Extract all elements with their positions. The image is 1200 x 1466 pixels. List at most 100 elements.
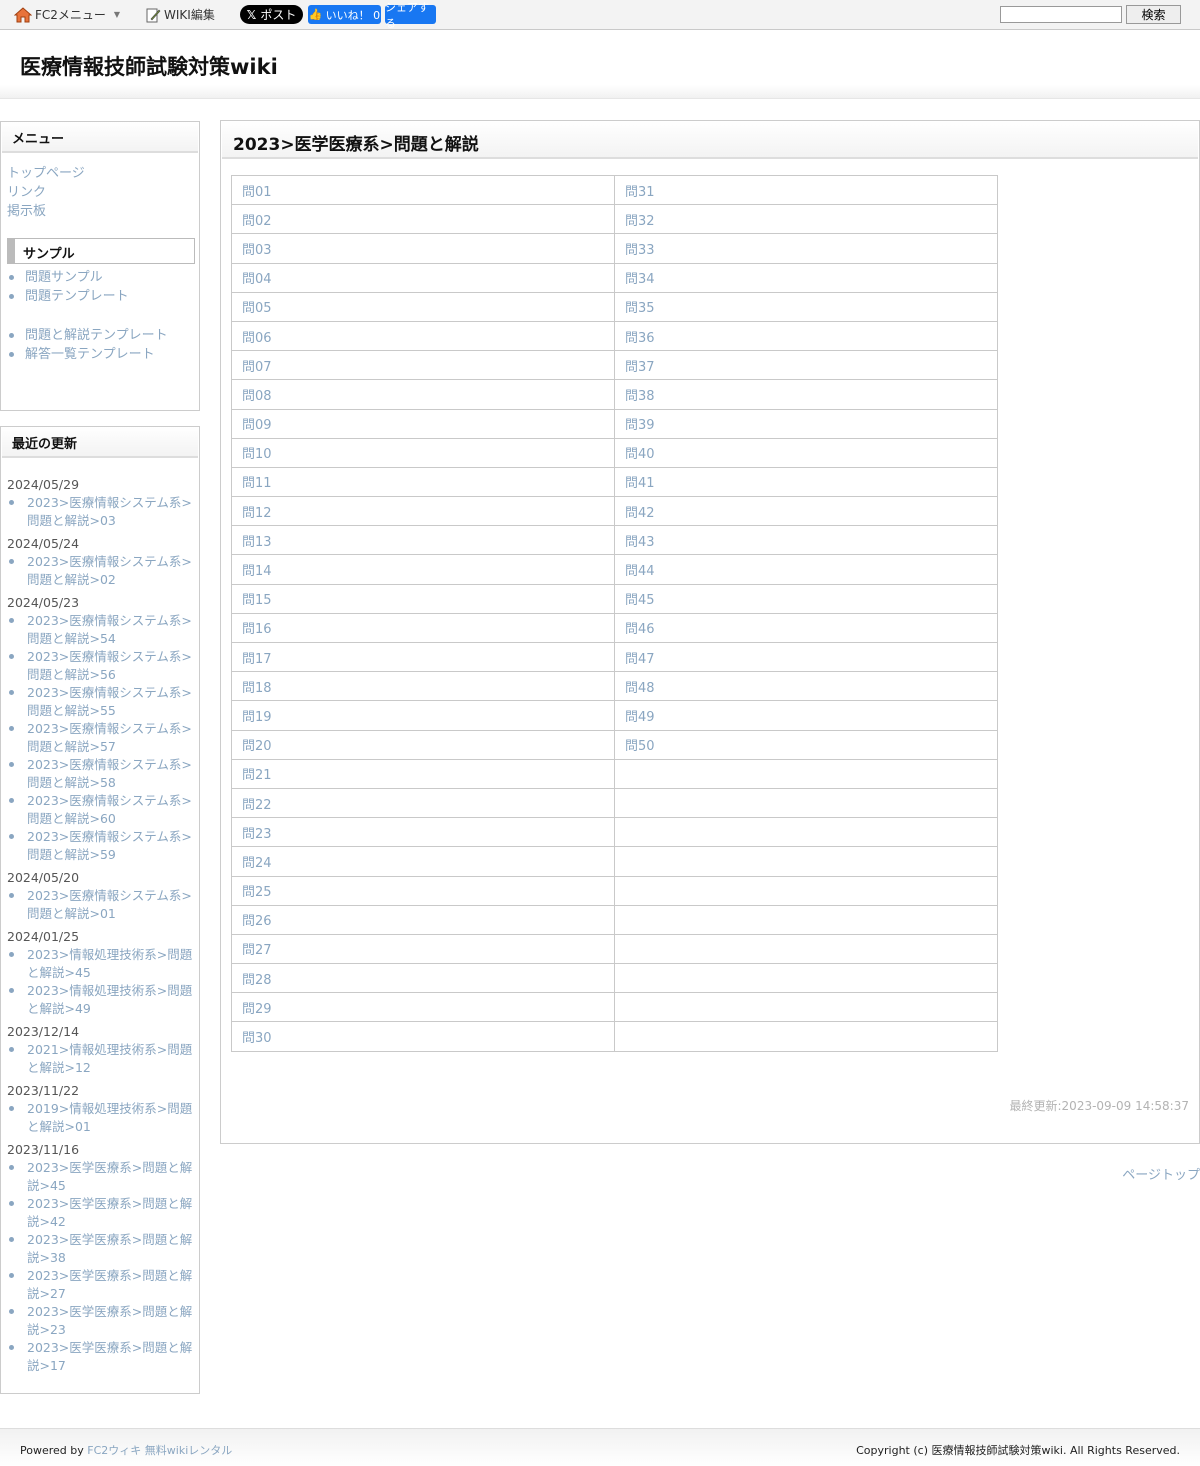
menu-link-explanation-template[interactable]: 問題と解説テンプレート xyxy=(7,326,168,345)
question-link[interactable]: 問41 xyxy=(614,466,998,498)
question-link[interactable]: 問02 xyxy=(231,204,615,235)
question-link[interactable]: 問48 xyxy=(614,671,998,702)
menu-link-question-template[interactable]: 問題テンプレート xyxy=(7,287,129,306)
question-link[interactable]: 問10 xyxy=(231,437,615,468)
question-link[interactable]: 問32 xyxy=(614,204,998,235)
menu-link-links[interactable]: リンク xyxy=(7,183,85,202)
question-link[interactable]: 問31 xyxy=(614,174,998,206)
fc2-wiki-link[interactable]: FC2ウィキ 無料wikiレンタル xyxy=(87,1444,232,1457)
question-link[interactable]: 問17 xyxy=(231,641,615,673)
recent-item-link[interactable]: 2023>医学医療系>問題と解説>23 xyxy=(7,1303,195,1339)
question-link[interactable]: 問18 xyxy=(231,671,615,702)
question-link[interactable]: 問43 xyxy=(614,525,998,556)
recent-item-link[interactable]: 2023>医学医療系>問題と解説>38 xyxy=(7,1231,195,1267)
question-link[interactable]: 問49 xyxy=(614,700,998,731)
question-link[interactable]: 問19 xyxy=(231,700,615,731)
table-row: 問15 問45 xyxy=(231,583,998,614)
question-link[interactable]: 問01 xyxy=(231,174,615,206)
empty-cell xyxy=(614,904,998,935)
question-link[interactable]: 問28 xyxy=(231,963,615,994)
question-link[interactable]: 問26 xyxy=(231,904,615,935)
recent-item-link[interactable]: 2023>医療情報システム系>問題と解説>58 xyxy=(7,756,195,792)
question-link[interactable]: 問47 xyxy=(614,641,998,673)
question-link[interactable]: 問50 xyxy=(614,729,998,760)
last-updated: 最終更新:2023-09-09 14:58:37 xyxy=(1009,1099,1190,1113)
question-link[interactable]: 問11 xyxy=(231,466,615,498)
question-link[interactable]: 問30 xyxy=(231,1021,615,1052)
question-link[interactable]: 問27 xyxy=(231,933,615,965)
question-link[interactable]: 問42 xyxy=(614,496,998,527)
question-link[interactable]: 問40 xyxy=(614,437,998,468)
facebook-like-button[interactable]: 👍 いいね！ 0 xyxy=(308,5,381,24)
question-link[interactable]: 問24 xyxy=(231,846,615,877)
question-link[interactable]: 問23 xyxy=(231,817,615,848)
question-link[interactable]: 問45 xyxy=(614,583,998,614)
question-link[interactable]: 問09 xyxy=(231,408,615,439)
x-post-button[interactable]: 𝕏 ポスト xyxy=(240,5,303,24)
x-post-label: ポスト xyxy=(260,8,297,22)
recent-item-link[interactable]: 2023>医療情報システム系>問題と解説>02 xyxy=(7,553,195,589)
question-link[interactable]: 問25 xyxy=(231,875,615,906)
question-link[interactable]: 問15 xyxy=(231,583,615,614)
menu-top-links: トップページ リンク 掲示板 xyxy=(7,164,85,221)
copyright: Copyright (c) 医療情報技師試験対策wiki. All Rights… xyxy=(856,1444,1180,1457)
question-link[interactable]: 問03 xyxy=(231,233,615,264)
question-link[interactable]: 問13 xyxy=(231,525,615,556)
recent-item-link[interactable]: 2023>医療情報システム系>問題と解説>01 xyxy=(7,887,195,923)
recent-item-link[interactable]: 2023>医学医療系>問題と解説>27 xyxy=(7,1267,195,1303)
question-link[interactable]: 問36 xyxy=(614,320,998,352)
facebook-share-button[interactable]: シェアする xyxy=(385,1,436,30)
recent-item-link[interactable]: 2023>情報処理技術系>問題と解説>45 xyxy=(7,946,195,982)
wiki-edit-button[interactable]: WIKI編集 xyxy=(145,6,215,23)
empty-cell xyxy=(614,817,998,848)
menu-link-bbs[interactable]: 掲示板 xyxy=(7,202,85,221)
question-link[interactable]: 問07 xyxy=(231,350,615,381)
question-link[interactable]: 問46 xyxy=(614,612,998,644)
page-top-link[interactable]: ページトップ xyxy=(1122,1164,1200,1183)
menu-link-top-page[interactable]: トップページ xyxy=(7,164,85,183)
table-row: 問13 問43 xyxy=(231,525,998,556)
recent-item-link[interactable]: 2023>医療情報システム系>問題と解説>03 xyxy=(7,494,195,530)
recent-item-link[interactable]: 2023>医療情報システム系>問題と解説>60 xyxy=(7,792,195,828)
question-link[interactable]: 問39 xyxy=(614,408,998,439)
menu-link-answer-list-template[interactable]: 解答一覧テンプレート xyxy=(7,345,168,364)
search-button[interactable]: 検索 xyxy=(1126,5,1181,24)
table-row: 問28 xyxy=(231,963,998,994)
recent-item-link[interactable]: 2023>医療情報システム系>問題と解説>57 xyxy=(7,720,195,756)
recent-item-link[interactable]: 2021>情報処理技術系>問題と解説>12 xyxy=(7,1041,195,1077)
recent-item-link[interactable]: 2023>医療情報システム系>問題と解説>59 xyxy=(7,828,195,864)
question-link[interactable]: 問06 xyxy=(231,320,615,352)
wiki-edit-label: WIKI編集 xyxy=(164,8,215,22)
question-link[interactable]: 問38 xyxy=(614,379,998,410)
recent-item-link[interactable]: 2023>医療情報システム系>問題と解説>55 xyxy=(7,684,195,720)
site-title[interactable]: 医療情報技師試験対策wiki xyxy=(20,51,278,81)
table-row: 問11 問41 xyxy=(231,466,998,498)
question-link[interactable]: 問33 xyxy=(614,233,998,264)
recent-item-link[interactable]: 2023>医学医療系>問題と解説>17 xyxy=(7,1339,195,1375)
question-link[interactable]: 問44 xyxy=(614,554,998,585)
question-link[interactable]: 問37 xyxy=(614,350,998,381)
question-link[interactable]: 問21 xyxy=(231,758,615,789)
table-row: 問06 問36 xyxy=(231,320,998,352)
fc2-menu-button[interactable]: FC2メニュー ▼ xyxy=(13,6,120,23)
question-link[interactable]: 問05 xyxy=(231,291,615,322)
recent-item-link[interactable]: 2019>情報処理技術系>問題と解説>01 xyxy=(7,1100,195,1136)
question-link[interactable]: 問12 xyxy=(231,496,615,527)
table-row: 問25 xyxy=(231,875,998,906)
recent-item-link[interactable]: 2023>医療情報システム系>問題と解説>54 xyxy=(7,612,195,648)
question-link[interactable]: 問34 xyxy=(614,262,998,293)
recent-item-link[interactable]: 2023>情報処理技術系>問題と解説>49 xyxy=(7,982,195,1018)
question-link[interactable]: 問20 xyxy=(231,729,615,760)
search-input[interactable] xyxy=(1000,6,1122,23)
question-link[interactable]: 問16 xyxy=(231,612,615,644)
recent-item-link[interactable]: 2023>医学医療系>問題と解説>42 xyxy=(7,1195,195,1231)
question-link[interactable]: 問08 xyxy=(231,379,615,410)
question-link[interactable]: 問29 xyxy=(231,992,615,1023)
question-link[interactable]: 問22 xyxy=(231,787,615,819)
recent-item-link[interactable]: 2023>医療情報システム系>問題と解説>56 xyxy=(7,648,195,684)
recent-item-link[interactable]: 2023>医学医療系>問題と解説>45 xyxy=(7,1159,195,1195)
question-link[interactable]: 問04 xyxy=(231,262,615,293)
menu-link-question-sample[interactable]: 問題サンプル xyxy=(7,268,129,287)
question-link[interactable]: 問35 xyxy=(614,291,998,322)
question-link[interactable]: 問14 xyxy=(231,554,615,585)
